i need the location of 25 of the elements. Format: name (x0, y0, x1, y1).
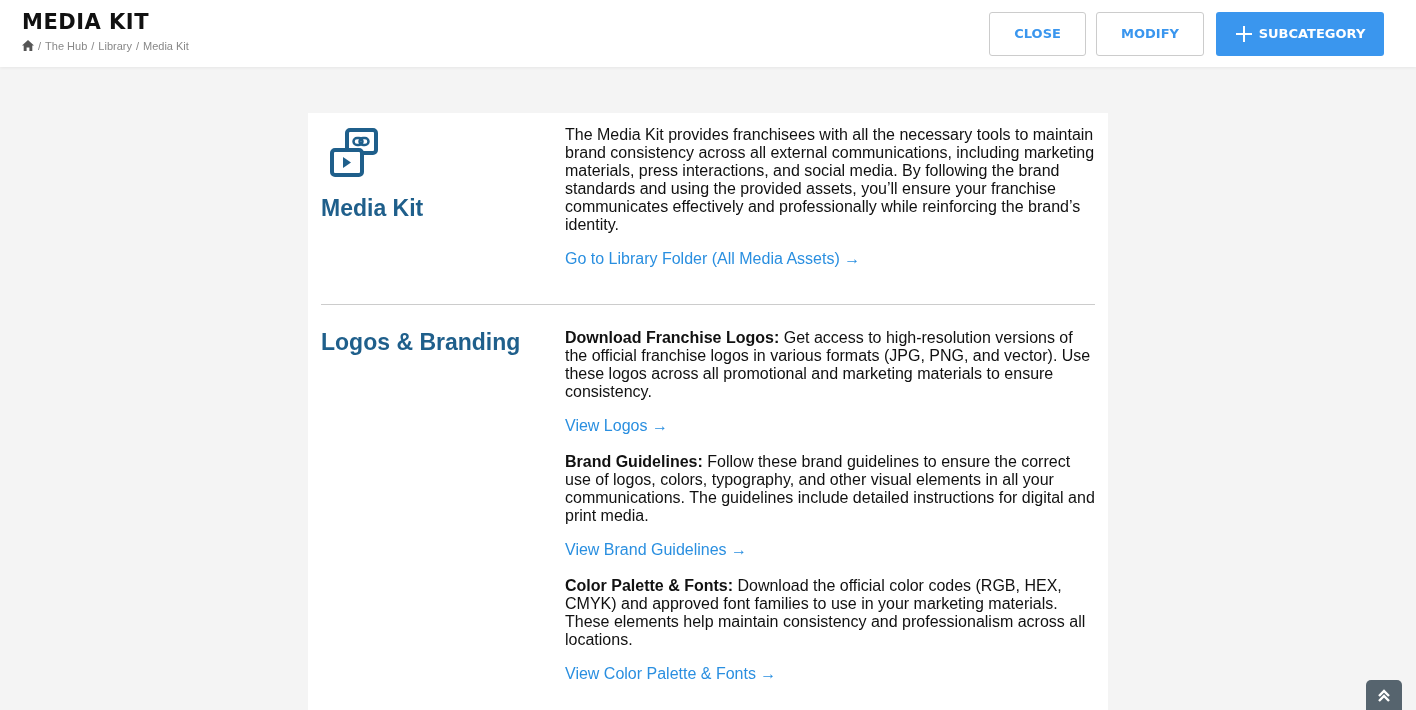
view-link[interactable]: View Logos → (565, 417, 668, 434)
add-subcategory-button[interactable]: SUBCATEGORY (1216, 11, 1384, 56)
breadcrumb-link[interactable]: Library (98, 39, 132, 52)
breadcrumb-separator: / (91, 39, 95, 52)
scroll-top-button[interactable] (1366, 680, 1402, 710)
view-link[interactable]: View Brand Guidelines → (565, 541, 748, 558)
breadcrumb-link[interactable]: Media Kit (143, 39, 189, 52)
description-paragraph: Download Franchise Logos: Get access to high-resolution versions of the official franchise logos in various formats (JPG, PNG, and vector). Use these logos across all promotional and marketing materials to ensure consistency. (565, 329, 1092, 401)
view-link[interactable]: Go to Library Folder (All Media Assets) → (565, 250, 861, 267)
description-paragraph: The Media Kit provides franchisees with all the necessary tools to maintain brand consistency across all external communications, including marketing materials, press interactions, and social media. By following the brand standards and using the provided assets, you’ll ensure your franchise communicates effectively and professionally while reinforcing the brand’s identity. (565, 126, 1095, 234)
description-paragraph: Brand Guidelines: Follow these brand guidelines to ensure the correct use of logos, colors, typography, and other visual elements in all your communications. The guidelines include detailed instructions for digital and print media. (565, 453, 1095, 525)
double-chevron-up-icon (1376, 688, 1392, 704)
breadcrumb-link[interactable]: The Hub (45, 39, 88, 52)
breadcrumb-separator: / (38, 39, 42, 52)
media-icon (329, 127, 381, 179)
plus-icon (1234, 24, 1253, 43)
description-paragraph: Color Palette & Fonts: Download the official color codes (RGB, HEX, CMYK) and approved font families to use in your marketing materials. These elements help maintain consistency and professionalism across all locations. (565, 577, 1087, 649)
section-title: Media Kit (321, 195, 425, 222)
home-icon[interactable] (22, 40, 34, 51)
header-button[interactable]: CLOSE (989, 11, 1087, 56)
view-link[interactable]: View Color Palette & Fonts → (565, 665, 777, 682)
page-title: MEDIA KIT (22, 9, 150, 34)
breadcrumb-separator: / (135, 39, 139, 52)
section-title: Logos & Branding (321, 329, 522, 356)
header-button[interactable]: MODIFY (1096, 11, 1204, 56)
